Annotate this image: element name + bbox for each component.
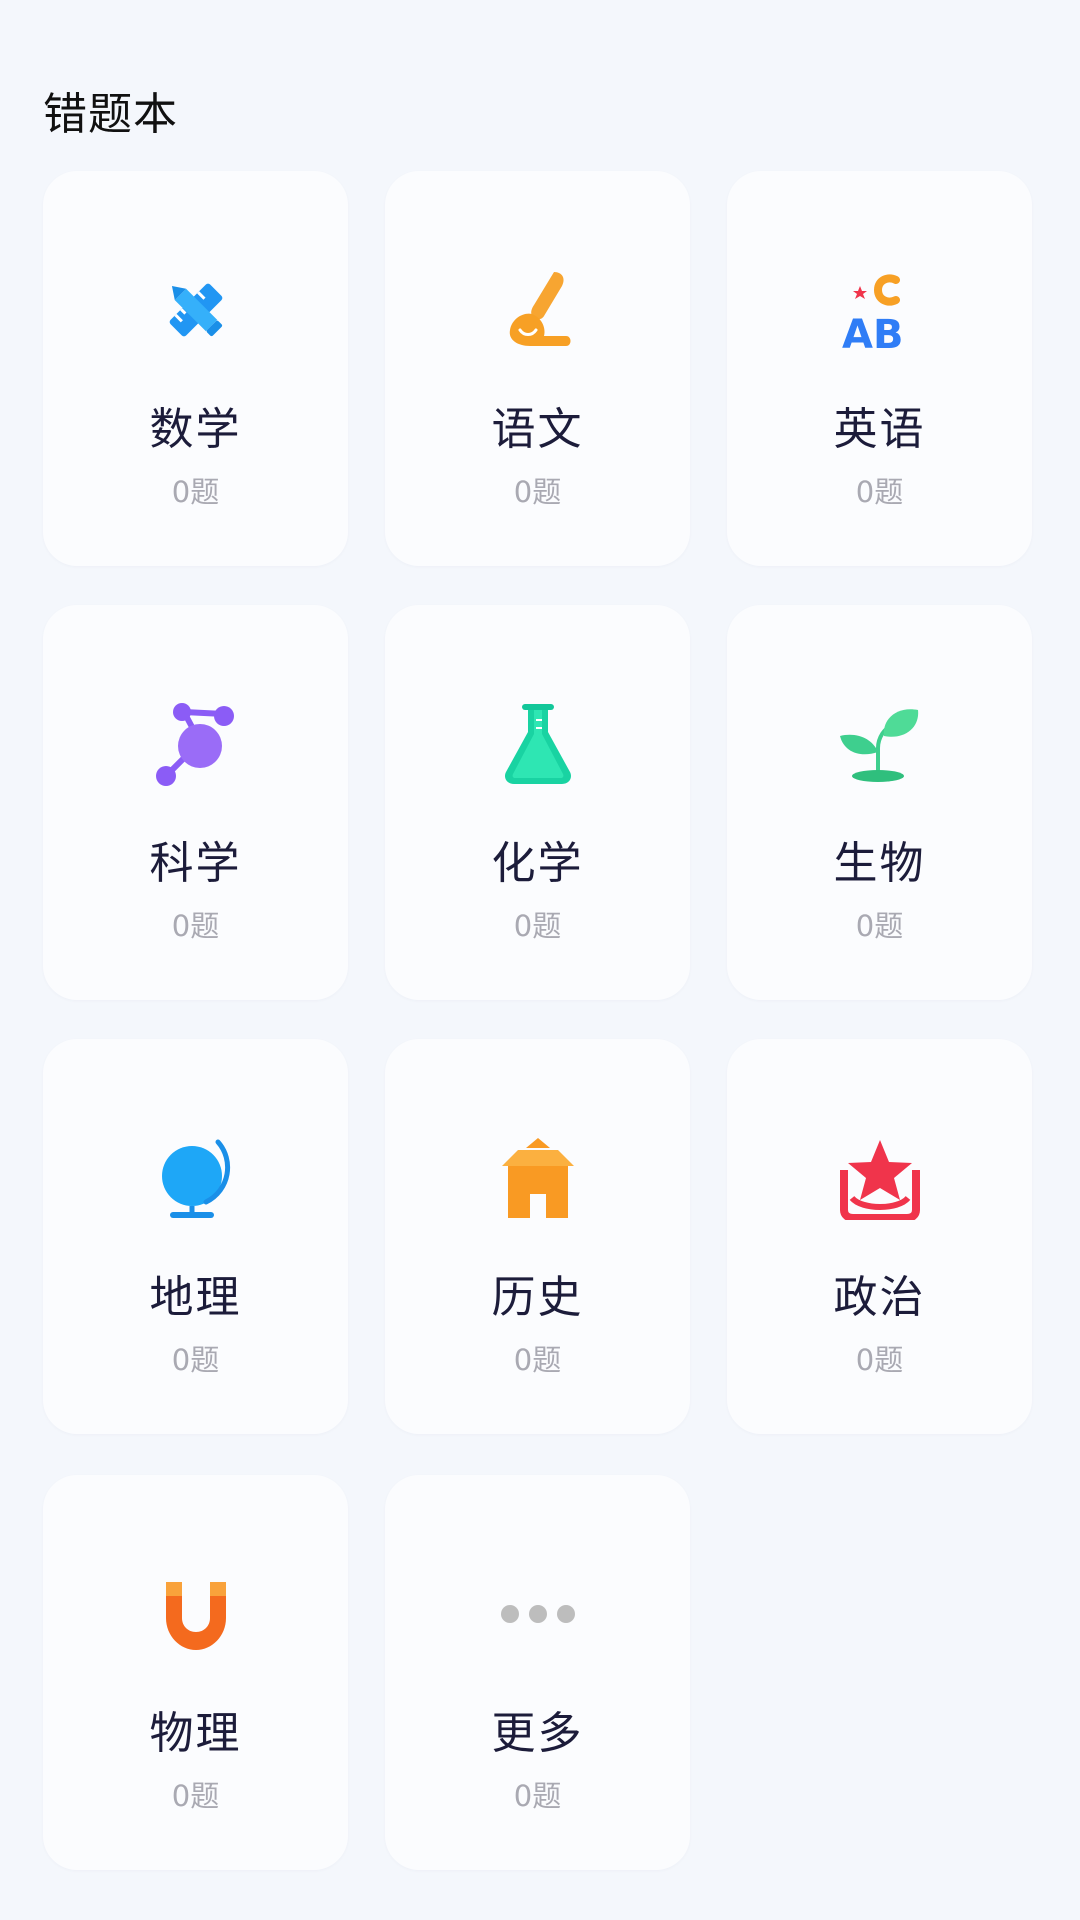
subject-name: 英语 — [833, 404, 926, 455]
subject-count: 0题 — [171, 1779, 220, 1813]
subject-count: 0题 — [171, 1343, 220, 1377]
subject-count: 0题 — [855, 909, 904, 943]
flask-icon — [385, 699, 690, 789]
subject-name: 地理 — [149, 1272, 242, 1323]
subject-card-math[interactable]: 数学 0题 — [43, 171, 348, 566]
subject-card-physics[interactable]: 物理 0题 — [43, 1475, 348, 1870]
subject-card-chinese[interactable]: 语文 0题 — [385, 171, 690, 566]
subject-count: 0题 — [513, 1343, 562, 1377]
subject-count: 0题 — [855, 1343, 904, 1377]
more-dots-icon — [385, 1569, 690, 1659]
subject-card-english[interactable]: AB 英语 0题 — [727, 171, 1032, 566]
subject-name: 物理 — [149, 1708, 242, 1759]
globe-icon — [43, 1133, 348, 1223]
subject-card-science[interactable]: 科学 0题 — [43, 605, 348, 1000]
svg-text:AB: AB — [842, 312, 903, 352]
math-ruler-pencil-icon — [43, 265, 348, 355]
subject-count: 0题 — [171, 475, 220, 509]
subject-count: 0题 — [513, 909, 562, 943]
molecule-icon — [43, 699, 348, 789]
subject-card-geography[interactable]: 地理 0题 — [43, 1039, 348, 1434]
subject-card-chemistry[interactable]: 化学 0题 — [385, 605, 690, 1000]
brush-icon — [385, 265, 690, 355]
page-title: 错题本 — [43, 89, 178, 140]
sprout-icon — [727, 699, 1032, 789]
subject-card-biology[interactable]: 生物 0题 — [727, 605, 1032, 1000]
subject-name: 政治 — [833, 1272, 926, 1323]
abc-letters-icon: AB — [727, 265, 1032, 355]
subject-name: 历史 — [491, 1272, 584, 1323]
subject-card-more[interactable]: 更多 0题 — [385, 1475, 690, 1870]
subject-count: 0题 — [513, 475, 562, 509]
subject-count: 0题 — [855, 475, 904, 509]
subject-name: 数学 — [149, 404, 242, 455]
magnet-icon — [43, 1569, 348, 1659]
subject-card-history[interactable]: 历史 0题 — [385, 1039, 690, 1434]
subject-name: 化学 — [491, 838, 584, 889]
subject-card-politics[interactable]: 政治 0题 — [727, 1039, 1032, 1434]
subject-name: 语文 — [491, 404, 584, 455]
subject-name: 科学 — [149, 838, 242, 889]
star-badge-icon — [727, 1133, 1032, 1223]
pavilion-icon — [385, 1133, 690, 1223]
subject-name: 生物 — [833, 838, 926, 889]
subject-count: 0题 — [171, 909, 220, 943]
subject-count: 0题 — [513, 1779, 562, 1813]
subject-name: 更多 — [491, 1708, 584, 1759]
